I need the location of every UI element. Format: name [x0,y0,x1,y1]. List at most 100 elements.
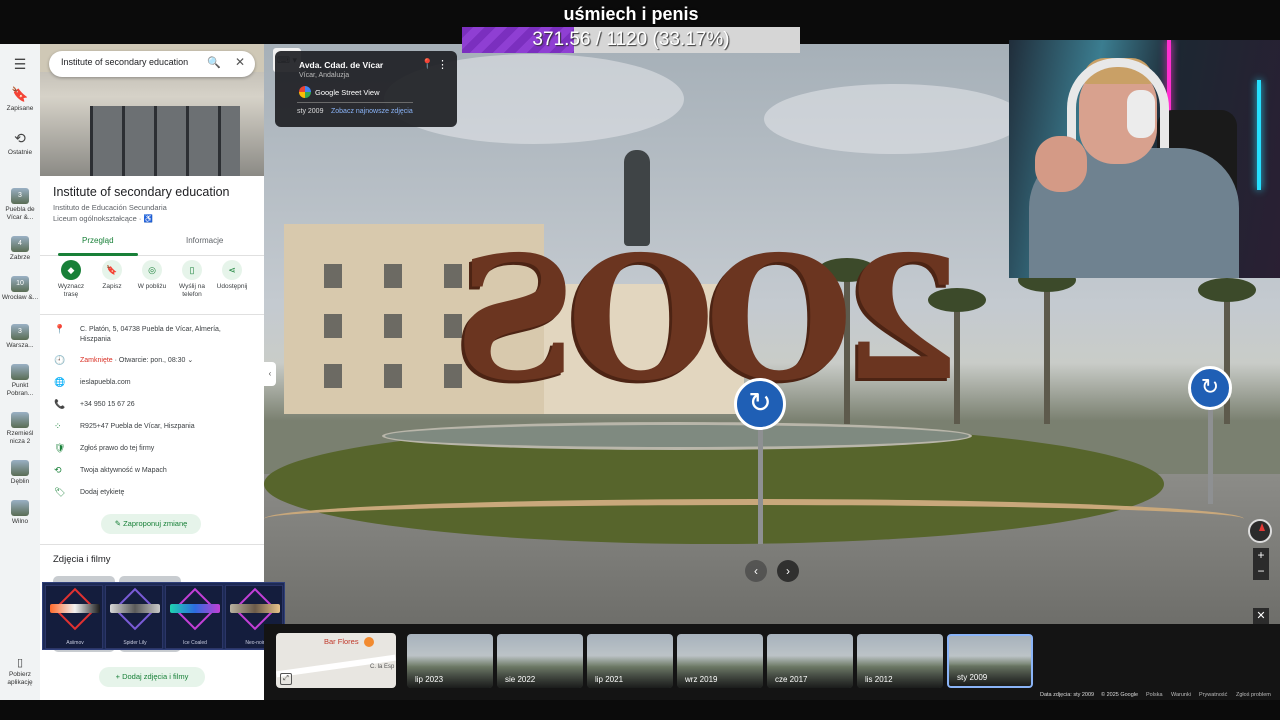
headset-earcup [1127,90,1155,138]
minimap[interactable]: Bar Flores C. la Esp ⤢ [276,633,396,688]
recent-item[interactable]: Dęblin [0,460,40,486]
streamer-hand [1035,136,1087,192]
chevron-down-icon[interactable]: ⌄ [187,357,193,364]
expand-icon[interactable]: ⤢ [280,673,292,685]
search-input[interactable] [61,57,201,67]
save-button[interactable]: 🔖 Zapisz [92,260,132,291]
zoom-out-button[interactable]: − [1253,564,1269,580]
footer-report[interactable]: Zgłoś problem [1236,692,1271,698]
zoom-in-button[interactable]: + [1253,548,1269,564]
skin-card: Ice Coaled [165,585,223,649]
add-photos-button[interactable]: + Dodaj zdjęcia i filmy [99,667,205,687]
timeline-thumb[interactable]: wrz 2019 [677,634,763,688]
timeline-thumb[interactable]: lip 2023 [407,634,493,688]
place-category[interactable]: Liceum ogólnokształcące · ♿ [53,214,153,223]
skin-name: Ice Coaled [183,640,207,646]
rifle-icon [230,604,280,613]
share-icon: ⋖ [222,260,242,280]
recent-item[interactable]: Punkt Pobran... [0,364,40,398]
recent-item[interactable]: Wilno [0,500,40,526]
phone-icon: 📞 [54,399,66,409]
tab-about[interactable]: Informacje [186,236,223,245]
recent-thumb: 4 [11,236,29,252]
directions-button[interactable]: ◆ Wyznacz trasę [51,260,91,299]
send-to-phone-button[interactable]: ▯ Wyślij na telefon [172,260,212,299]
recent-item[interactable]: 10 Wrocław &... [0,276,40,302]
plus-code-icon: ⁘ [54,421,62,431]
suggest-edit-button[interactable]: ✎ Zaproponuj zmianę [101,514,201,534]
footer-terms[interactable]: Warunki [1171,692,1191,698]
recent-label: Dęblin [10,478,30,485]
recent-item[interactable]: 4 Zabrze [0,236,40,262]
timeline-date: wrz 2019 [685,675,718,684]
search-box[interactable]: 🔍 ✕ [49,51,255,77]
share-label: Udostępnij [216,283,248,290]
recent-item[interactable]: 3 Warsza... [0,324,40,350]
menu-icon: ☰ [13,56,27,72]
close-street-view-button[interactable]: ✕ [1253,608,1269,624]
timeline-thumb[interactable]: sie 2022 [497,634,583,688]
activity-text: Twoja aktywność w Mapach [80,467,167,474]
recent-item[interactable]: 3 Puebla de Vícar &... [0,188,40,222]
recent-thumb [11,364,29,380]
curb [264,499,1244,539]
rail-recent[interactable]: ⟲ Ostatnie [0,130,40,157]
recent-item[interactable]: Rzemieśl nicza 2 [0,412,40,446]
timeline-thumb[interactable]: lis 2012 [857,634,943,688]
minimap-pin-icon [364,637,374,647]
timeline-date: sie 2022 [505,675,536,684]
address-row[interactable]: 📍 C. Platón, 5, 04738 Puebla de Vícar, Al… [40,324,264,344]
nearby-button[interactable]: ◎ W pobliżu [132,260,172,291]
hours-row[interactable]: 🕘 Zamknięte · Otwarcie: pon., 08:30 ⌄ [40,355,264,375]
activity-row[interactable]: ⟲ Twoja aktywność w Mapach [40,465,264,485]
see-newest-link[interactable]: Zobacz najnowsze zdjęcia [331,108,413,115]
phone-row[interactable]: 📞 +34 950 15 67 26 [40,399,264,419]
timeline-date: cze 2017 [775,675,808,684]
location-pin-icon: 📍 [54,324,66,334]
timeline-thumb[interactable]: cze 2017 [767,634,853,688]
search-icon[interactable]: 🔍 [207,56,221,69]
stream-overlay-title: uśmiech i penis [563,4,699,24]
phone-text: +34 950 15 67 26 [80,401,135,408]
rifle-icon [50,604,100,613]
tab-overview[interactable]: Przegląd [82,236,114,245]
timeline-date: lip 2021 [595,675,624,684]
street-region: Vícar, Andaluzja [299,72,350,79]
compass-icon[interactable] [1248,519,1272,543]
collapse-panel-button[interactable]: ‹ [264,362,276,386]
place-alt-name: Instituto de Educación Secundaria [53,203,167,212]
location-pin-icon[interactable]: 📍 [421,59,433,70]
fountain [382,422,972,450]
sculpture: 2OOS [464,219,962,419]
timeline-thumb[interactable]: lip 2021 [587,634,673,688]
menu-button[interactable]: ☰ [0,56,40,73]
get-app-label: Pobierz aplikację [7,671,33,686]
footer-country[interactable]: Polska [1146,692,1163,698]
action-buttons: ◆ Wyznacz trasę 🔖 Zapisz ◎ W pobliżu ▯ Wyśli… [40,260,264,310]
next-arrow-icon[interactable]: › [777,560,799,582]
rail-saved[interactable]: 🔖 Zapisane [0,86,40,113]
timeline-thumb-selected[interactable]: sty 2009 [947,634,1033,688]
recent-label: Warsza... [6,342,34,349]
share-button[interactable]: ⋖ Udostępnij [212,260,252,291]
close-icon[interactable]: ✕ [235,55,245,69]
timeline-date: sty 2009 [957,673,988,682]
plus-code-row[interactable]: ⁘ R925+47 Puebla de Vícar, Hiszpania [40,421,264,441]
neon-light [1257,80,1261,190]
claim-row[interactable]: 🛡 Zgłoś prawo do tej firmy [40,443,264,463]
website-row[interactable]: 🌐 ieslapuebla.com [40,377,264,397]
rail-saved-label: Zapisane [6,105,34,112]
pencil-icon: ✎ [114,519,124,528]
capture-date[interactable]: sty 2009 [297,108,323,115]
get-app-button[interactable]: ▯ Pobierz aplikację [0,656,40,687]
recent-label: Punkt Pobran... [6,382,34,397]
label-row[interactable]: 🏷 Dodaj etykietę [40,487,264,507]
more-options-icon[interactable]: ⋮ [437,58,448,71]
skin-card: Spider Lily [105,585,163,649]
recent-thumb: 3 [11,324,29,340]
footer-privacy[interactable]: Prywatność [1199,692,1227,698]
nearby-icon: ◎ [142,260,162,280]
recent-thumb: 3 [11,188,29,204]
recent-label: Wilno [11,518,29,525]
previous-arrow-icon[interactable]: ‹ [745,560,767,582]
